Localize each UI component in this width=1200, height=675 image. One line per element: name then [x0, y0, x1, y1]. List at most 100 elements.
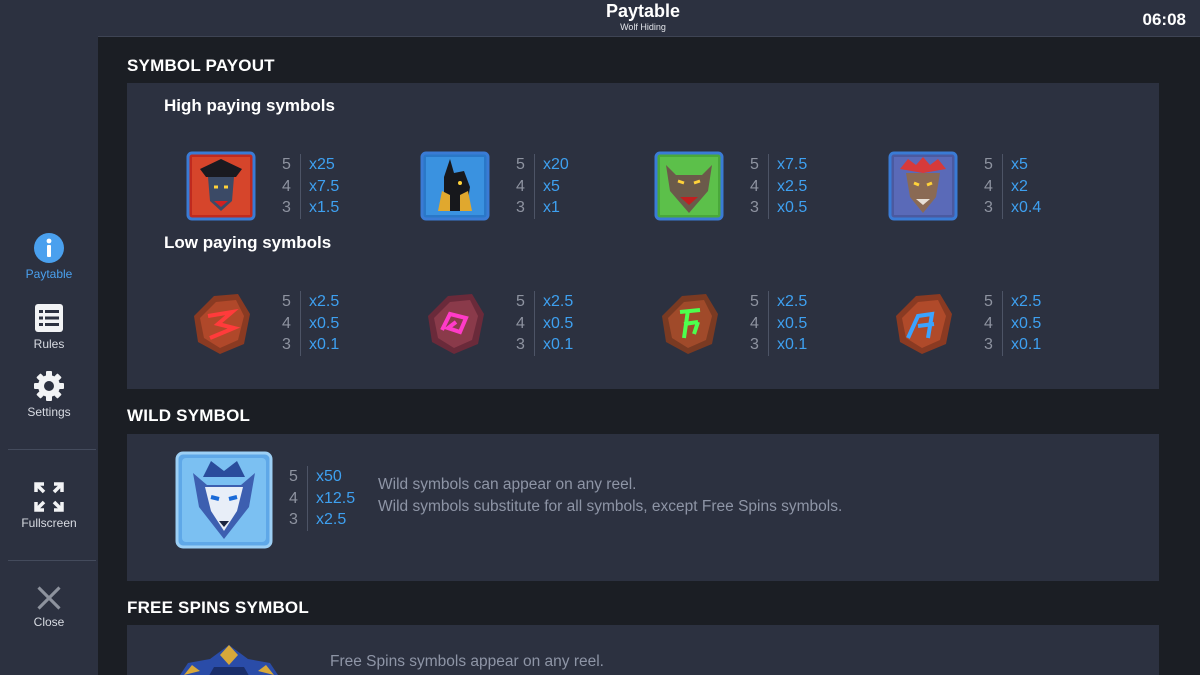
payout-value: x0.1 [768, 334, 807, 356]
wild-description-line: Wild symbols can appear on any reel. [378, 476, 637, 493]
payout-count: 4 [516, 177, 525, 195]
payout-value: x2.5 [534, 291, 573, 313]
sidebar-divider [8, 449, 96, 450]
payout-value: x0.1 [300, 334, 339, 356]
red-rune-stone-symbol-icon [194, 294, 250, 354]
payout-count: 4 [282, 314, 291, 332]
payout-list: 5 x2.5 4 x0.5 3 x0.1 [750, 291, 807, 356]
payout-count: 5 [750, 293, 759, 310]
free-spins-symbol-icon [180, 645, 278, 675]
section-title-wild: WILD SYMBOL [127, 406, 251, 425]
symbol-payout-item: 5 x2.5 4 x0.5 3 x0.1 [186, 288, 426, 358]
fullscreen-icon [34, 482, 64, 512]
payout-value: x2.5 [1002, 291, 1041, 313]
payout-count: 5 [516, 156, 525, 173]
wild-description-line: Wild symbols substitute for all symbols,… [378, 497, 843, 515]
payout-list: 5 x2.5 4 x0.5 3 x0.1 [282, 291, 339, 356]
low-paying-title: Low paying symbols [164, 233, 332, 252]
payout-count: 4 [516, 314, 525, 332]
section-title-free-spins: FREE SPINS SYMBOL [127, 598, 309, 617]
payout-count: 3 [516, 336, 525, 353]
sidebar-item-fullscreen[interactable]: Fullscreen [0, 481, 98, 530]
blue-rune-stone-symbol-icon [896, 294, 952, 354]
payout-value: x25 [300, 154, 335, 176]
symbol-payout-item: 5 x5 4 x2 3 x0.4 [888, 151, 1128, 221]
clock: 06:08 [1142, 10, 1186, 29]
payout-value: x1 [534, 197, 560, 219]
sidebar-divider [8, 560, 96, 561]
tribal-wolf-symbol-icon [888, 151, 958, 221]
payout-value: x1.5 [300, 197, 339, 219]
symbol-payout-item: 5 x7.5 4 x2.5 3 x0.5 [654, 151, 894, 221]
payout-count: 5 [750, 156, 759, 173]
free-spins-panel: Free Spins symbols appear on any reel. [127, 625, 1159, 675]
payout-value: x20 [534, 154, 569, 176]
info-icon [34, 233, 64, 263]
payout-value: x5 [534, 175, 560, 197]
game-name: Wolf Hiding [620, 22, 666, 32]
paytable-content[interactable]: SYMBOL PAYOUT High paying symbols 5 x25 4… [98, 38, 1200, 675]
payout-value: x0.5 [300, 312, 339, 334]
payout-value: x2.5 [768, 175, 807, 197]
symbol-payout-item: 5 x2.5 4 x0.5 3 x0.1 [420, 288, 660, 358]
payout-count: 4 [282, 177, 291, 195]
sidebar-item-label: Rules [33, 337, 65, 351]
payout-value: x0.5 [534, 312, 573, 334]
payout-count: 5 [282, 156, 291, 173]
page-title: Paytable [605, 1, 681, 21]
payout-list: 5 x2.5 4 x0.5 3 x0.1 [516, 291, 573, 356]
payout-count: 5 [282, 293, 291, 310]
sidebar-item-settings[interactable]: Settings [0, 370, 98, 419]
payout-count: 4 [984, 314, 993, 332]
payout-count: 4 [750, 177, 759, 195]
payout-count: 5 [984, 156, 993, 173]
payout-value: x0.4 [1002, 197, 1041, 219]
green-rune-stone-symbol-icon [662, 294, 718, 354]
payout-value: x7.5 [300, 175, 339, 197]
payout-value: x50 [307, 466, 342, 488]
payout-count: 3 [516, 199, 525, 216]
payout-count: 3 [282, 336, 291, 353]
payout-count: 3 [289, 511, 298, 528]
payout-list: 5 x5 4 x2 3 x0.4 [984, 154, 1041, 219]
payout-value: x7.5 [768, 154, 807, 176]
sidebar: Paytable Rules Settings Fullscreen Close [0, 0, 98, 675]
high-paying-title: High paying symbols [164, 96, 335, 115]
header-bar: Paytable Wolf Hiding 06:08 [98, 0, 1200, 37]
payout-count: 5 [289, 468, 298, 485]
payout-count: 4 [289, 489, 298, 507]
payout-value: x2 [1002, 175, 1028, 197]
symbol-payout-item: 5 x2.5 4 x0.5 3 x0.1 [654, 288, 894, 358]
sidebar-item-label: Close [33, 615, 65, 629]
payout-count: 3 [282, 199, 291, 216]
payout-list: 5 x50 4 x12.5 3 x2.5 [289, 466, 355, 531]
payout-count: 4 [750, 314, 759, 332]
payout-list: 5 x7.5 4 x2.5 3 x0.5 [750, 154, 807, 219]
list-icon [35, 304, 63, 332]
symbol-payout-item: 5 x2.5 4 x0.5 3 x0.1 [888, 288, 1128, 358]
symbol-payout-item: 5 x25 4 x7.5 3 x1.5 [186, 151, 426, 221]
samurai-wolf-symbol-icon [186, 151, 256, 221]
payout-list: 5 x2.5 4 x0.5 3 x0.1 [984, 291, 1041, 356]
payout-value: x2.5 [768, 291, 807, 313]
payout-value: x0.5 [1002, 312, 1041, 334]
gear-icon [34, 371, 64, 401]
payout-count: 4 [984, 177, 993, 195]
payout-value: x2.5 [300, 291, 339, 313]
payout-value: x0.5 [768, 197, 807, 219]
free-spins-description: Free Spins symbols appear on any reel. [330, 653, 604, 670]
sidebar-item-paytable[interactable]: Paytable [0, 232, 98, 281]
symbol-payout-panel: High paying symbols 5x25 4x7.5 3x1.5 [127, 83, 1159, 389]
section-title-symbol-payout: SYMBOL PAYOUT [127, 56, 275, 75]
anubis-wolf-symbol-icon [420, 151, 490, 221]
payout-value: x2.5 [307, 509, 346, 531]
payout-value: x0.5 [768, 312, 807, 334]
wild-symbol-panel: 5 x50 4 x12.5 3 x2.5 Wild symbols can appea… [127, 434, 1159, 581]
payout-count: 5 [516, 293, 525, 310]
payout-count: 5 [984, 293, 993, 310]
sidebar-item-close[interactable]: Close [0, 584, 98, 629]
close-icon [37, 586, 61, 610]
sidebar-item-rules[interactable]: Rules [0, 302, 98, 351]
payout-count: 3 [750, 336, 759, 353]
payout-list: 5 x20 4 x5 3 x1 [516, 154, 569, 219]
